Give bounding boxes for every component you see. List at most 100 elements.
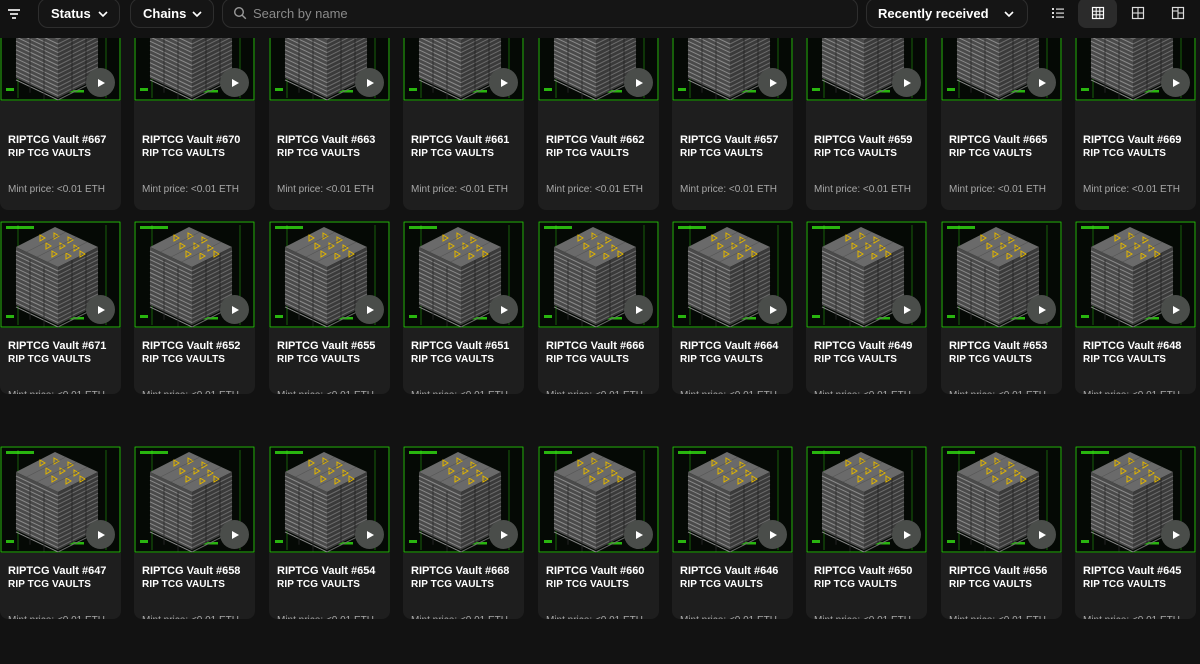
nft-thumbnail[interactable] — [941, 221, 1062, 328]
search-input[interactable] — [253, 3, 843, 23]
nft-thumbnail[interactable] — [403, 446, 524, 553]
nft-card[interactable]: RIPTCG Vault #652 RIP TCG VAULTS Mint pr… — [134, 221, 255, 394]
play-button[interactable] — [1161, 68, 1190, 97]
nft-title: RIPTCG Vault #647 — [8, 565, 107, 577]
nft-thumbnail[interactable] — [134, 38, 255, 101]
mint-price: Mint price: <0.01 ETH — [680, 390, 777, 394]
mint-price: Mint price: <0.01 ETH — [277, 390, 374, 394]
status-dropdown[interactable]: Status — [38, 0, 120, 28]
play-icon — [97, 78, 105, 87]
nft-card[interactable]: RIPTCG Vault #650 RIP TCG VAULTS Mint pr… — [806, 446, 927, 619]
nft-thumbnail[interactable] — [538, 38, 659, 101]
nft-thumbnail[interactable] — [0, 38, 121, 101]
nft-thumbnail[interactable] — [806, 221, 927, 328]
nft-thumbnail[interactable] — [403, 221, 524, 328]
sort-dropdown[interactable]: Recently received — [866, 0, 1028, 28]
collection-name: RIP TCG VAULTS — [680, 354, 764, 365]
nft-thumbnail[interactable] — [1075, 446, 1196, 553]
play-button[interactable] — [355, 520, 384, 549]
nft-card[interactable]: RIPTCG Vault #666 RIP TCG VAULTS Mint pr… — [538, 221, 659, 394]
play-button[interactable] — [1161, 295, 1190, 324]
nft-card[interactable]: RIPTCG Vault #668 RIP TCG VAULTS Mint pr… — [403, 446, 524, 619]
play-button[interactable] — [1027, 295, 1056, 324]
nft-card[interactable]: RIPTCG Vault #649 RIP TCG VAULTS Mint pr… — [806, 221, 927, 394]
play-button[interactable] — [892, 295, 921, 324]
nft-thumbnail[interactable] — [269, 446, 390, 553]
play-button[interactable] — [1161, 520, 1190, 549]
grid-view-button[interactable] — [1118, 0, 1157, 28]
dense-grid-view-button[interactable] — [1078, 0, 1117, 28]
list-view-button[interactable] — [1038, 0, 1077, 28]
play-button[interactable] — [1027, 68, 1056, 97]
nft-card[interactable]: RIPTCG Vault #645 RIP TCG VAULTS Mint pr… — [1075, 446, 1196, 619]
nft-card[interactable]: RIPTCG Vault #664 RIP TCG VAULTS Mint pr… — [672, 221, 793, 394]
nft-thumbnail[interactable] — [269, 38, 390, 101]
play-button[interactable] — [220, 68, 249, 97]
nft-card[interactable]: RIPTCG Vault #646 RIP TCG VAULTS Mint pr… — [672, 446, 793, 619]
nft-card[interactable]: RIPTCG Vault #655 RIP TCG VAULTS Mint pr… — [269, 221, 390, 394]
nft-thumbnail[interactable] — [672, 446, 793, 553]
play-button[interactable] — [624, 68, 653, 97]
mint-price: Mint price: <0.01 ETH — [814, 615, 911, 619]
nft-thumbnail[interactable] — [134, 221, 255, 328]
nft-card[interactable]: RIPTCG Vault #648 RIP TCG VAULTS Mint pr… — [1075, 221, 1196, 394]
play-button[interactable] — [758, 68, 787, 97]
play-button[interactable] — [624, 295, 653, 324]
nft-thumbnail[interactable] — [1075, 221, 1196, 328]
nft-thumbnail[interactable] — [941, 446, 1062, 553]
nft-card[interactable]: RIPTCG Vault #651 RIP TCG VAULTS Mint pr… — [403, 221, 524, 394]
nft-card[interactable]: RIPTCG Vault #658 RIP TCG VAULTS Mint pr… — [134, 446, 255, 619]
collection-name: RIP TCG VAULTS — [1083, 579, 1167, 590]
play-button[interactable] — [624, 520, 653, 549]
collection-name: RIP TCG VAULTS — [1083, 354, 1167, 365]
nft-card[interactable]: RIPTCG Vault #663 RIP TCG VAULTS Mint pr… — [269, 38, 390, 210]
nft-card[interactable]: RIPTCG Vault #670 RIP TCG VAULTS Mint pr… — [134, 38, 255, 210]
nft-thumbnail[interactable] — [403, 38, 524, 101]
play-button[interactable] — [489, 520, 518, 549]
nft-thumbnail[interactable] — [672, 221, 793, 328]
nft-thumbnail[interactable] — [806, 38, 927, 101]
nft-thumbnail[interactable] — [941, 38, 1062, 101]
nft-card[interactable]: RIPTCG Vault #667 RIP TCG VAULTS Mint pr… — [0, 38, 121, 210]
play-button[interactable] — [892, 520, 921, 549]
play-button[interactable] — [355, 295, 384, 324]
nft-card[interactable]: RIPTCG Vault #661 RIP TCG VAULTS Mint pr… — [403, 38, 524, 210]
nft-card[interactable]: RIPTCG Vault #660 RIP TCG VAULTS Mint pr… — [538, 446, 659, 619]
collection-name: RIP TCG VAULTS — [8, 354, 92, 365]
nft-thumbnail[interactable] — [538, 446, 659, 553]
nft-card[interactable]: RIPTCG Vault #653 RIP TCG VAULTS Mint pr… — [941, 221, 1062, 394]
nft-card[interactable]: RIPTCG Vault #656 RIP TCG VAULTS Mint pr… — [941, 446, 1062, 619]
nft-card[interactable]: RIPTCG Vault #665 RIP TCG VAULTS Mint pr… — [941, 38, 1062, 210]
play-button[interactable] — [758, 520, 787, 549]
play-button[interactable] — [220, 295, 249, 324]
play-icon — [97, 305, 105, 314]
nft-thumbnail[interactable] — [1075, 38, 1196, 101]
nft-card[interactable]: RIPTCG Vault #659 RIP TCG VAULTS Mint pr… — [806, 38, 927, 210]
large-grid-view-button[interactable] — [1158, 0, 1197, 28]
play-button[interactable] — [758, 295, 787, 324]
nft-card[interactable]: RIPTCG Vault #671 RIP TCG VAULTS Mint pr… — [0, 221, 121, 394]
filter-lines-icon[interactable] — [0, 0, 28, 27]
nft-thumbnail[interactable] — [672, 38, 793, 101]
play-button[interactable] — [86, 520, 115, 549]
chains-dropdown[interactable]: Chains — [130, 0, 214, 28]
play-button[interactable] — [355, 68, 384, 97]
nft-thumbnail[interactable] — [269, 221, 390, 328]
nft-thumbnail[interactable] — [806, 446, 927, 553]
nft-card[interactable]: RIPTCG Vault #669 RIP TCG VAULTS Mint pr… — [1075, 38, 1196, 210]
nft-card[interactable]: RIPTCG Vault #662 RIP TCG VAULTS Mint pr… — [538, 38, 659, 210]
nft-thumbnail[interactable] — [0, 221, 121, 328]
nft-thumbnail[interactable] — [0, 446, 121, 553]
nft-card[interactable]: RIPTCG Vault #647 RIP TCG VAULTS Mint pr… — [0, 446, 121, 619]
nft-card[interactable]: RIPTCG Vault #657 RIP TCG VAULTS Mint pr… — [672, 38, 793, 210]
play-button[interactable] — [86, 295, 115, 324]
play-button[interactable] — [1027, 520, 1056, 549]
nft-thumbnail[interactable] — [538, 221, 659, 328]
nft-thumbnail[interactable] — [134, 446, 255, 553]
play-button[interactable] — [86, 68, 115, 97]
nft-card[interactable]: RIPTCG Vault #654 RIP TCG VAULTS Mint pr… — [269, 446, 390, 619]
play-button[interactable] — [220, 520, 249, 549]
play-button[interactable] — [489, 295, 518, 324]
play-button[interactable] — [892, 68, 921, 97]
play-button[interactable] — [489, 68, 518, 97]
